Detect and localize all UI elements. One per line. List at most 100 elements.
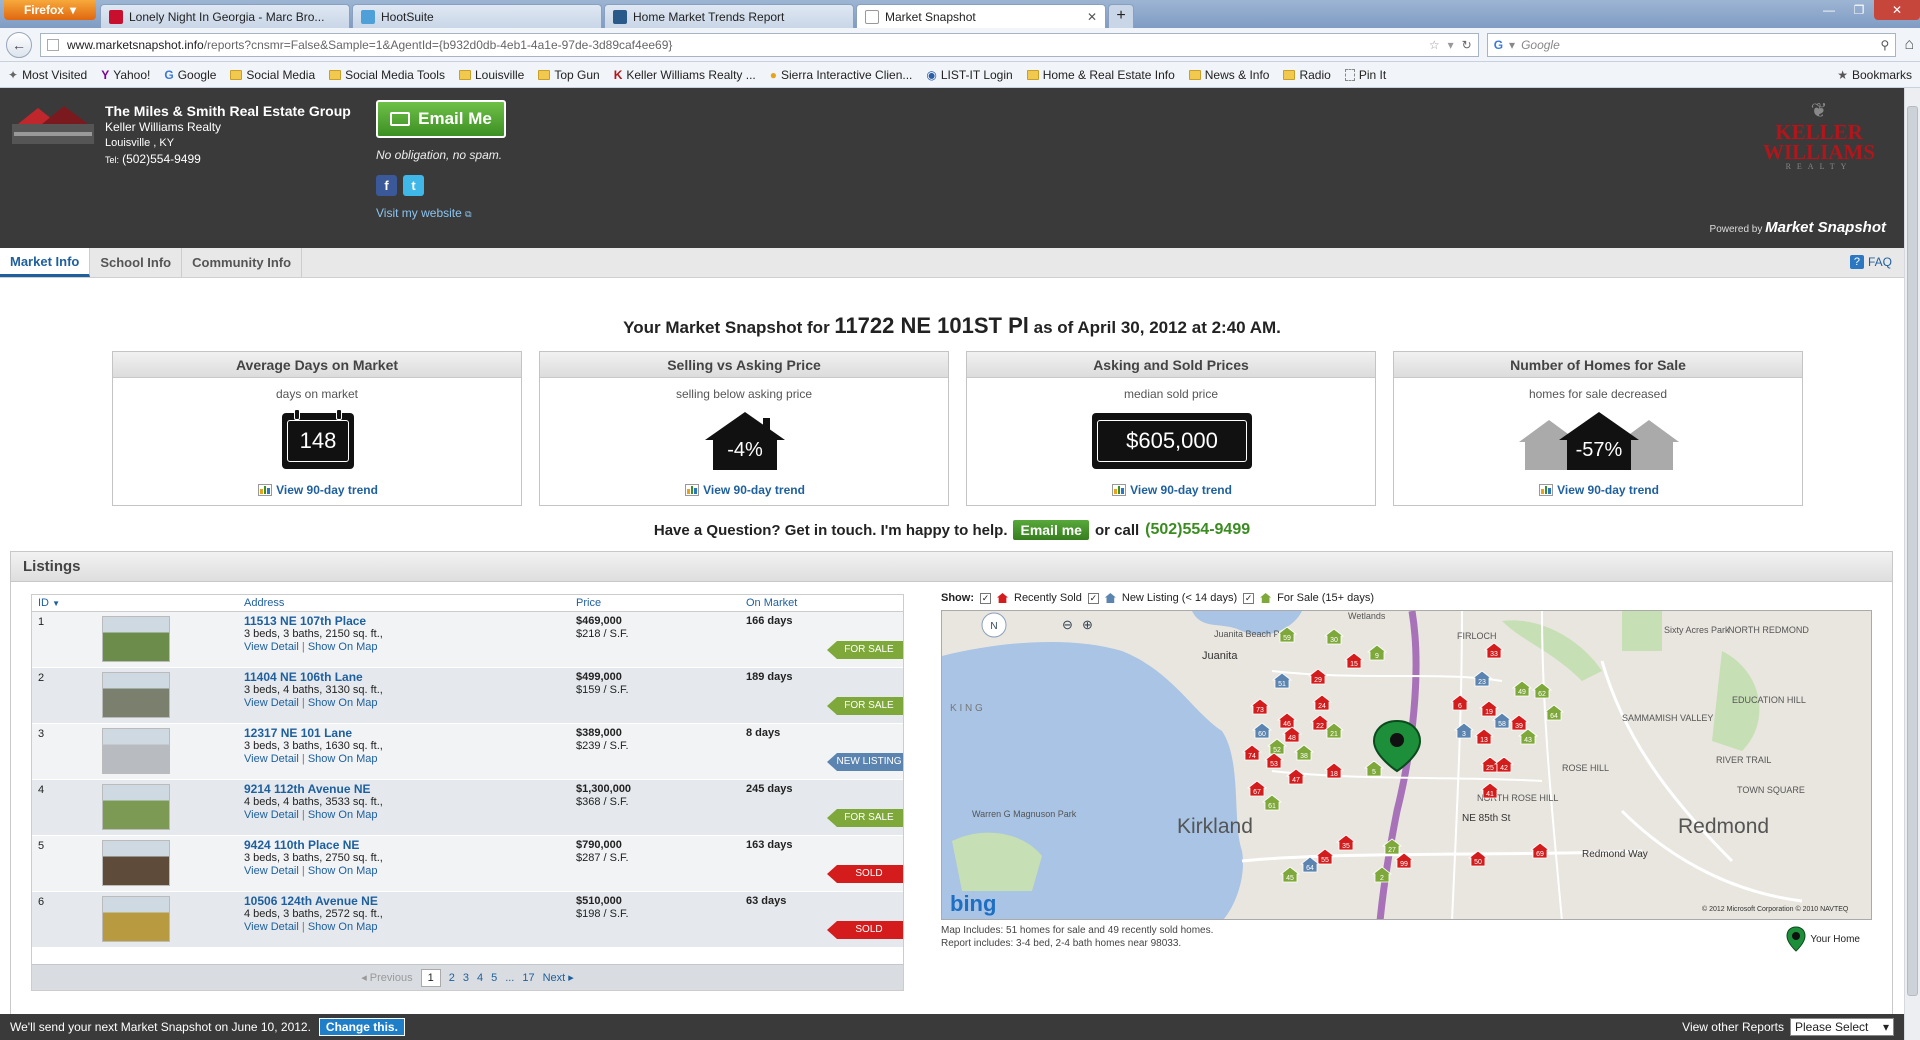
table-row[interactable]: 6 10506 124th Avenue NE 4 beds, 3 baths, 2…	[32, 892, 903, 948]
scrollbar-thumb[interactable]	[1907, 106, 1918, 996]
street-link[interactable]: 10506 124th Avenue NE	[244, 895, 383, 908]
view-trend-link[interactable]: View 90-day trend	[1394, 483, 1804, 497]
show-on-map-link[interactable]: Show On Map	[308, 641, 378, 653]
firefox-menu-button[interactable]: Firefox ▾	[4, 0, 96, 20]
bookmark-yahoo[interactable]: Y Yahoo!	[101, 68, 150, 82]
listing-photo[interactable]	[102, 896, 170, 942]
bookmark-most-visited[interactable]: ✦ Most Visited	[8, 68, 87, 82]
table-row[interactable]: 5 9424 110th Place NE 3 beds, 3 baths, 275…	[32, 836, 903, 892]
table-row[interactable]: 2 11404 NE 106th Lane 3 beds, 4 baths, 313…	[32, 668, 903, 724]
current-page[interactable]: 1	[420, 968, 441, 987]
bookmark-list-it[interactable]: ◉ LIST-IT Login	[926, 68, 1012, 82]
map-canvas[interactable]: N ⊖ ⊕ Juanita Kirkland Redmond FIRLOCH ROSE …	[942, 611, 1872, 920]
page-link[interactable]: 4	[477, 972, 483, 984]
bookmarks-menu[interactable]: ★ Bookmarks	[1837, 68, 1912, 82]
search-bar[interactable]: G ▾ Google ⚲	[1486, 32, 1897, 57]
table-row[interactable]: 3 12317 NE 101 Lane 3 beds, 3 baths, 1630 …	[32, 724, 903, 780]
tab-school-info[interactable]: School Info	[90, 248, 183, 277]
show-on-map-link[interactable]: Show On Map	[308, 753, 378, 765]
street-link[interactable]: 9214 112th Avenue NE	[244, 783, 383, 796]
bookmark-louisville[interactable]: Louisville	[458, 68, 524, 82]
filter-sold-checkbox[interactable]: ✓	[980, 592, 991, 604]
bookmark-home-real-estate[interactable]: Home & Real Estate Info	[1026, 68, 1175, 82]
show-on-map-link[interactable]: Show On Map	[308, 921, 378, 933]
table-row[interactable]: 1 11513 NE 107th Place 3 beds, 3 baths, 21…	[32, 612, 903, 668]
email-me-small-button[interactable]: Email me	[1013, 520, 1089, 540]
page-link[interactable]: 2	[449, 972, 455, 984]
bookmark-keller-williams[interactable]: K Keller Williams Realty ...	[614, 68, 756, 82]
col-id[interactable]: ID ▼	[32, 595, 244, 611]
home-icon[interactable]: ⌂	[1904, 36, 1914, 54]
show-on-map-link[interactable]: Show On Map	[308, 865, 378, 877]
next-page-button[interactable]: Next ▸	[543, 971, 574, 984]
faq-link[interactable]: ? FAQ	[1849, 255, 1892, 269]
view-detail-link[interactable]: View Detail	[244, 809, 299, 821]
filter-sale-checkbox[interactable]: ✓	[1243, 592, 1255, 604]
view-detail-link[interactable]: View Detail	[244, 697, 299, 709]
listing-photo[interactable]	[102, 672, 170, 718]
page-scrollbar[interactable]	[1904, 88, 1920, 1040]
facebook-icon[interactable]: f	[376, 175, 397, 196]
search-icon[interactable]: ⚲	[1881, 38, 1890, 52]
email-me-button[interactable]: Email Me	[376, 100, 506, 138]
url-dropdown-icon[interactable]: ▾	[1448, 38, 1454, 52]
view-trend-link[interactable]: View 90-day trend	[967, 483, 1377, 497]
page-link[interactable]: 5	[491, 972, 497, 984]
browser-tab-1[interactable]: Lonely Night In Georgia - Marc Bro...	[100, 4, 350, 28]
view-detail-link[interactable]: View Detail	[244, 865, 299, 877]
maximize-icon[interactable]: ❐	[1844, 0, 1874, 20]
listing-photo[interactable]	[102, 840, 170, 886]
bookmark-radio[interactable]: Radio	[1283, 68, 1331, 82]
bookmark-google[interactable]: G Google	[164, 68, 216, 82]
street-link[interactable]: 11404 NE 106th Lane	[244, 671, 383, 684]
window-close-icon[interactable]: ✕	[1874, 0, 1920, 20]
close-tab-icon[interactable]: ✕	[1087, 10, 1097, 24]
listing-photo[interactable]	[102, 616, 170, 662]
visit-website-link[interactable]: Visit my website ⧉	[376, 206, 472, 220]
previous-page-button[interactable]: ◂ Previous	[361, 971, 412, 984]
view-detail-link[interactable]: View Detail	[244, 641, 299, 653]
view-detail-link[interactable]: View Detail	[244, 921, 299, 933]
page-link[interactable]: 3	[463, 972, 469, 984]
show-on-map-link[interactable]: Show On Map	[308, 697, 378, 709]
view-trend-link[interactable]: View 90-day trend	[113, 483, 523, 497]
col-price[interactable]: Price	[576, 595, 746, 611]
table-row[interactable]: 4 9214 112th Avenue NE 4 beds, 4 baths, 35…	[32, 780, 903, 836]
tab-market-info[interactable]: Market Info	[0, 248, 91, 277]
bookmark-pin-it[interactable]: Pin It	[1344, 68, 1386, 82]
street-link[interactable]: 11513 NE 107th Place	[244, 615, 383, 628]
street-link[interactable]: 12317 NE 101 Lane	[244, 727, 383, 740]
search-engine-dropdown-icon[interactable]: ▾	[1509, 38, 1515, 52]
minimize-icon[interactable]: —	[1814, 0, 1844, 20]
back-button[interactable]: ←	[6, 31, 32, 58]
page-link[interactable]: 17	[522, 972, 534, 984]
view-trend-link[interactable]: View 90-day trend	[540, 483, 950, 497]
filter-new-checkbox[interactable]: ✓	[1087, 592, 1099, 604]
col-address[interactable]: Address	[244, 595, 576, 611]
google-icon[interactable]: G	[1494, 38, 1503, 52]
bookmark-sierra[interactable]: ● Sierra Interactive Clien...	[770, 68, 913, 82]
show-on-map-link[interactable]: Show On Map	[308, 809, 378, 821]
new-tab-button[interactable]: +	[1108, 4, 1134, 28]
bookmark-social-media[interactable]: Social Media	[230, 68, 315, 82]
browser-tab-2[interactable]: HootSuite	[352, 4, 602, 28]
bookmark-news-info[interactable]: News & Info	[1188, 68, 1269, 82]
listing-photo[interactable]	[102, 728, 170, 774]
url-bar[interactable]: www.marketsnapshot.info/reports?cnsmr=Fa…	[39, 32, 1479, 57]
browser-tab-3[interactable]: Home Market Trends Report	[604, 4, 854, 28]
col-on-market[interactable]: On Market	[746, 595, 866, 611]
twitter-icon[interactable]: t	[403, 175, 424, 196]
browser-tab-4-active[interactable]: Market Snapshot ✕	[856, 4, 1106, 28]
zoom-in-icon[interactable]: ⊕	[1082, 617, 1093, 632]
zoom-out-icon[interactable]: ⊖	[1062, 617, 1073, 632]
reports-select[interactable]: Please Select ▾	[1790, 1018, 1894, 1036]
street-link[interactable]: 9424 110th Place NE	[244, 839, 383, 852]
listings-map[interactable]: N ⊖ ⊕ Juanita Kirkland Redmond FIRLOCH ROSE …	[941, 610, 1872, 920]
listing-photo[interactable]	[102, 784, 170, 830]
bookmark-social-media-tools[interactable]: Social Media Tools	[329, 68, 445, 82]
bookmark-top-gun[interactable]: Top Gun	[538, 68, 600, 82]
change-this-button[interactable]: Change this.	[318, 1018, 405, 1036]
tab-community-info[interactable]: Community Info	[182, 248, 303, 277]
bookmark-star-icon[interactable]: ☆	[1429, 38, 1440, 52]
reload-icon[interactable]: ↻	[1462, 38, 1472, 52]
